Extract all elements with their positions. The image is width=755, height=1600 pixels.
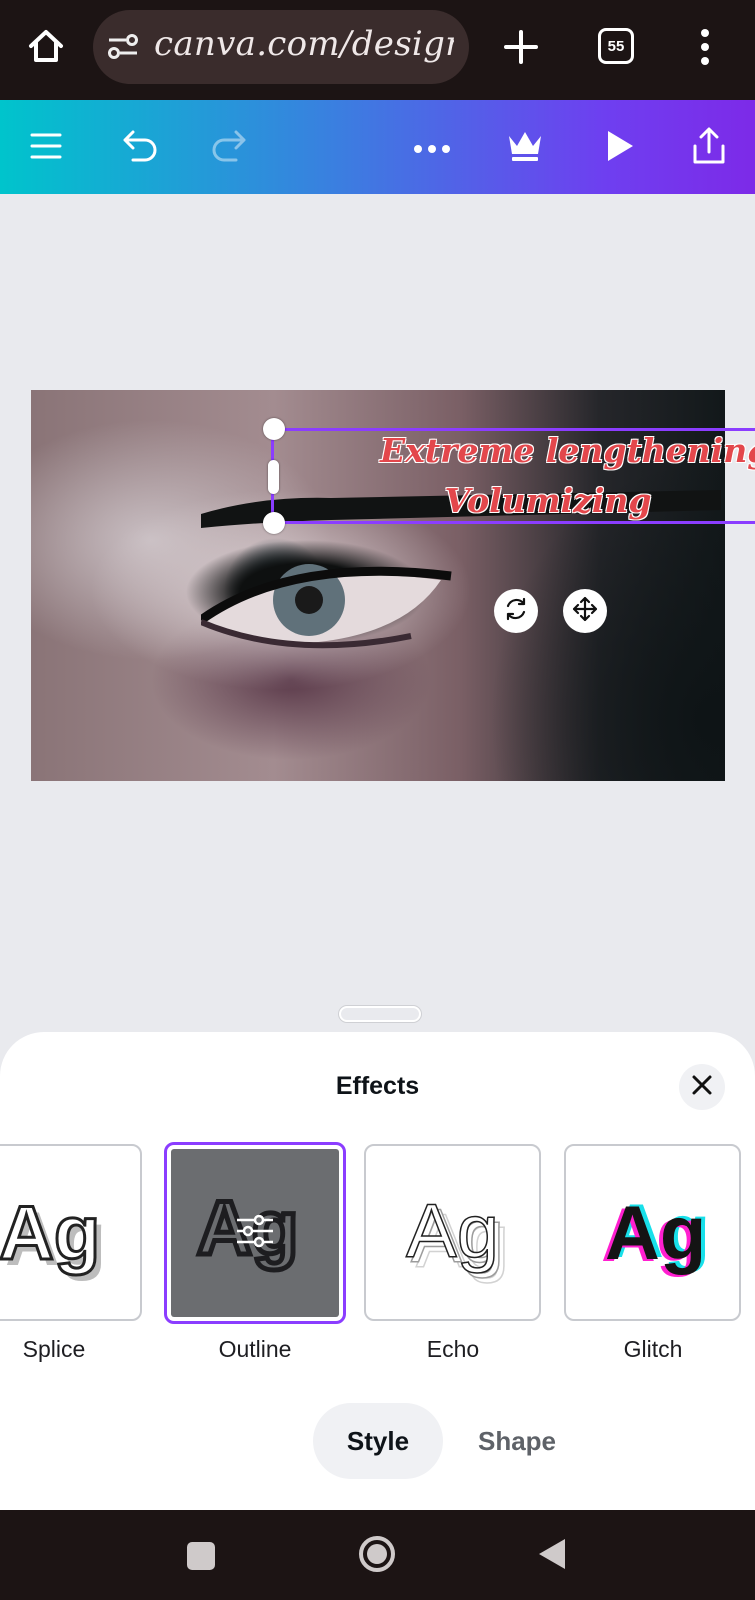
effect-echo-label: Echo: [426, 1336, 480, 1362]
effect-outline[interactable]: Ag: [164, 1142, 346, 1324]
new-tab-icon[interactable]: [502, 28, 540, 66]
rotate-button[interactable]: [494, 589, 538, 633]
nav-back-icon[interactable]: [537, 1537, 567, 1571]
effect-echo[interactable]: Ag Ag Ag: [364, 1144, 541, 1321]
canvas-text-line1[interactable]: Extreme lengthening: [380, 431, 755, 470]
play-icon[interactable]: [604, 128, 636, 164]
nav-circle-icon[interactable]: [358, 1535, 396, 1573]
more-horizontal-icon[interactable]: [413, 140, 451, 153]
editor-toolbar: [0, 100, 755, 194]
eye-graphic: [201, 564, 452, 649]
resize-handle-side[interactable]: [268, 460, 279, 494]
canvas-text-line2[interactable]: Volumizing: [380, 481, 716, 520]
effect-splice[interactable]: Ag Ag: [0, 1144, 142, 1321]
resize-handle-top[interactable]: [263, 418, 285, 440]
sheet-title: Effects: [335, 1072, 420, 1100]
effect-glitch-label: Glitch: [623, 1336, 683, 1362]
more-vertical-icon[interactable]: [697, 28, 713, 66]
effect-outline-label: Outline: [218, 1336, 292, 1362]
move-icon: [572, 596, 598, 626]
site-settings-icon[interactable]: [106, 32, 140, 62]
effect-glitch[interactable]: Ag Ag Ag: [564, 1144, 741, 1321]
undo-icon[interactable]: [121, 128, 159, 164]
resize-handle-bottom[interactable]: [263, 512, 285, 534]
effect-outline-preview-bg: Ag: [171, 1149, 339, 1317]
close-icon: [691, 1074, 713, 1100]
crown-icon[interactable]: [505, 128, 545, 164]
rotate-icon: [503, 596, 529, 626]
move-button[interactable]: [563, 589, 607, 633]
selection-border-bottom: [273, 521, 755, 524]
tabs-icon[interactable]: 55: [598, 28, 634, 64]
redo-icon[interactable]: [210, 128, 248, 164]
echo-preview: Ag: [405, 1189, 499, 1274]
sheet-drag-handle[interactable]: [339, 1006, 421, 1022]
tab-count: 55: [607, 37, 625, 55]
glitch-preview: Ag: [605, 1191, 707, 1276]
adjust-sliders-icon[interactable]: [235, 1213, 275, 1253]
url-text[interactable]: canva.com/design/D: [154, 24, 454, 64]
close-button[interactable]: [679, 1064, 725, 1110]
home-icon[interactable]: [26, 26, 66, 66]
tab-style[interactable]: Style: [313, 1403, 443, 1479]
menu-icon[interactable]: [30, 131, 62, 161]
tab-shape[interactable]: Shape: [457, 1403, 577, 1479]
effect-splice-label: Splice: [22, 1336, 86, 1362]
share-icon[interactable]: [690, 126, 728, 166]
nav-square-icon[interactable]: [187, 1542, 215, 1570]
splice-preview: Ag: [0, 1191, 102, 1276]
